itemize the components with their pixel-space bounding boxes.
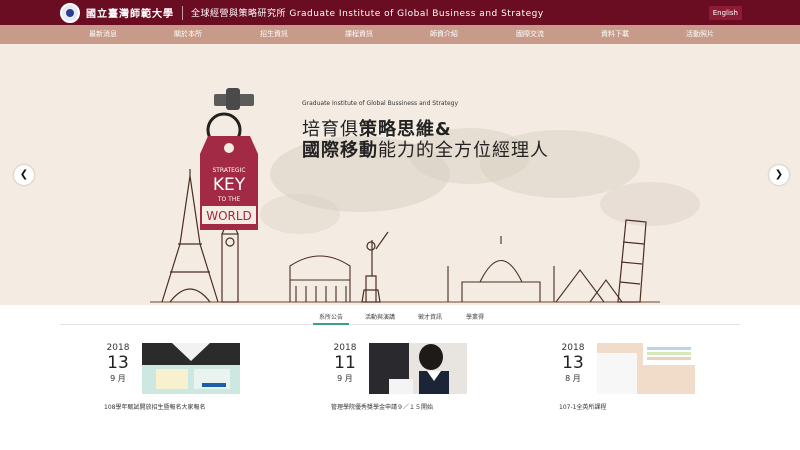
tab-job-info[interactable]: 徵才資訊	[418, 312, 442, 321]
university-logo-text: 國立臺灣師範大學	[86, 9, 174, 20]
nav-item-international[interactable]: 國際交流	[516, 25, 544, 44]
hero-headline-line2: 國際移動能力的全方位經理人	[302, 140, 549, 161]
tag-text-key: KEY	[213, 175, 246, 195]
news-item[interactable]: 2018 13 8 月 107-1全英所課程	[559, 343, 759, 413]
news-year: 2018	[106, 343, 130, 353]
news-day: 13	[562, 353, 584, 373]
university-seal-icon	[60, 2, 80, 23]
header-divider	[182, 5, 183, 20]
taj-mahal-graphic	[447, 236, 555, 302]
nav-item-news[interactable]: 最新消息	[89, 25, 117, 44]
news-item[interactable]: 2018 11 9 月 管理學院優秀獎學金申請９／１５開始	[331, 343, 531, 413]
leaning-tower-graphic	[617, 219, 647, 303]
nav-item-admissions[interactable]: 招生資訊	[260, 25, 288, 44]
news-title[interactable]: 107-1全英所課程	[559, 402, 606, 411]
nav-item-courses[interactable]: 課程資訊	[345, 25, 373, 44]
news-day: 13	[107, 353, 129, 373]
english-language-button[interactable]: English	[708, 6, 742, 20]
institute-name: 全球經營與策略研究所 Graduate Institute of Global …	[191, 9, 544, 19]
news-thumbnail[interactable]	[597, 343, 695, 394]
university-logo[interactable]: 國立臺灣師範大學	[60, 2, 174, 23]
hero-banner: STRATEGIC KEY TO THE WORLD Graduate Inst…	[0, 44, 800, 305]
tag-text-world: WORLD	[206, 209, 252, 223]
news-thumbnail-image	[369, 343, 467, 394]
site-header: 國立臺灣師範大學 全球經營與策略研究所 Graduate Institute o…	[0, 0, 800, 25]
news-title[interactable]: 108學年甄試開放招生暨報名大家報名	[104, 402, 205, 411]
news-year: 2018	[333, 343, 357, 353]
chevron-right-icon: ❯	[774, 169, 784, 180]
tab-department-announcements[interactable]: 系所公告	[312, 312, 350, 325]
news-year: 2018	[561, 343, 585, 353]
pyramids-graphic	[555, 269, 623, 303]
news-thumbnail[interactable]	[142, 343, 240, 394]
hero-illustration: STRATEGIC KEY TO THE WORLD	[150, 88, 700, 303]
tab-academic[interactable]: 學業得	[466, 312, 484, 321]
news-thumbnail-image	[142, 343, 240, 394]
news-month: 8 月	[565, 374, 581, 383]
tab-events-lectures[interactable]: 活動與演講	[365, 312, 395, 321]
slider-next-button[interactable]: ❯	[769, 165, 789, 185]
statue-of-liberty-graphic	[361, 231, 389, 303]
news-tabs: 系所公告 活動與演講 徵才資訊 學業得	[60, 305, 740, 325]
news-month: 9 月	[110, 374, 126, 383]
nav-item-downloads[interactable]: 資料下載	[601, 25, 629, 44]
news-title[interactable]: 管理學院優秀獎學金申請９／１５開始	[331, 402, 433, 411]
news-thumbnail-image	[597, 343, 695, 394]
news-thumbnail[interactable]	[369, 343, 467, 394]
news-day: 11	[334, 353, 356, 373]
nav-item-about[interactable]: 關於本所	[174, 25, 202, 44]
tag-text-to-the: TO THE	[217, 196, 240, 203]
hero-subtitle: Graduate Institute of Global Bussiness a…	[302, 100, 458, 107]
main-nav: 最新消息 關於本所 招生資訊 課程資訊 師資介紹 國際交流 資料下載 活動照片	[0, 25, 800, 44]
news-item[interactable]: 2018 13 9 月 108學年甄試開放招生暨報名大家報名	[104, 343, 304, 413]
nav-item-photos[interactable]: 活動照片	[686, 25, 714, 44]
tag-text-strategic: STRATEGIC	[212, 167, 245, 174]
news-month: 9 月	[337, 374, 353, 383]
chevron-left-icon: ❮	[19, 169, 29, 180]
nav-item-faculty[interactable]: 師資介紹	[430, 25, 458, 44]
slider-prev-button[interactable]: ❮	[14, 165, 34, 185]
colosseum-graphic	[289, 255, 351, 302]
